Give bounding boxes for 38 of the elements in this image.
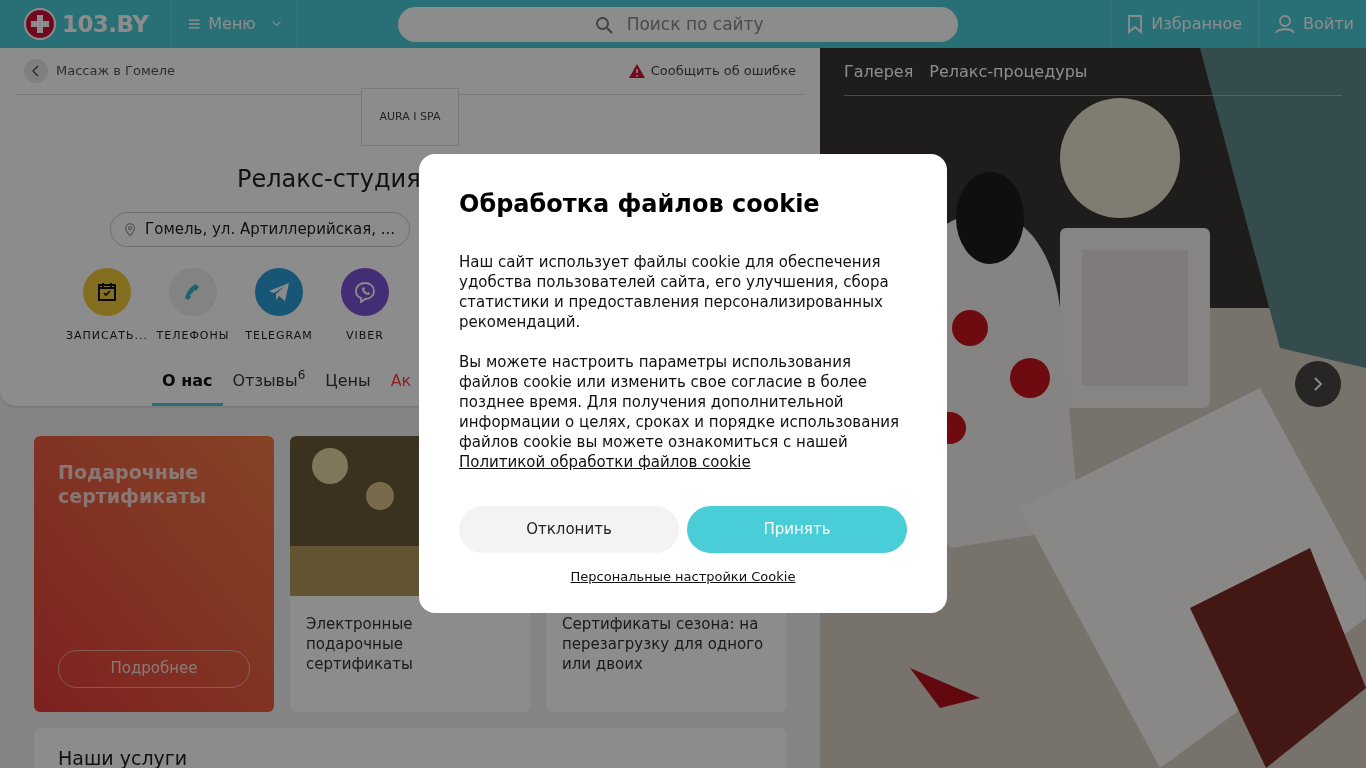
action-label: ЗАПИСАТЬ... <box>65 328 148 344</box>
action-label: TELEGRAM <box>245 328 313 344</box>
gallery-tab[interactable]: Галерея <box>844 59 914 84</box>
card-text: Сертификаты сезона: на перезагрузку для одного или двоих <box>561 613 765 674</box>
chevron-down-icon <box>271 20 281 28</box>
menu-icon <box>188 17 201 31</box>
tab[interactable]: Отзывы$^{6}$ <box>222 358 316 406</box>
cookie-settings-link[interactable]: Персональные настройки Cookie <box>570 567 796 587</box>
dialog-title: Обработка файлов cookie <box>459 189 821 220</box>
card-text: Электронные подарочные сертификаты <box>305 613 414 674</box>
report-error-link[interactable]: Сообщить об ошибке <box>628 61 796 81</box>
action-button[interactable] <box>83 268 131 316</box>
tab[interactable]: Цены <box>315 358 381 406</box>
user-icon <box>1275 14 1296 34</box>
tab[interactable]: О нас <box>152 358 223 406</box>
company-title: Релакс-студия <box>237 164 421 195</box>
bookmark-icon <box>1127 14 1144 34</box>
search-field[interactable]: Поиск по сайту <box>398 6 959 42</box>
action-label: ТЕЛЕФОНЫ <box>156 328 230 344</box>
back-link[interactable]: Массаж в Гомеле <box>24 59 176 83</box>
chevron-right-icon <box>1313 376 1323 392</box>
dialog-paragraph: Наш сайт использует файлы cookie для обеспечения удобства пользователей сайта, его улучшения, сбора статистики и предоставления персонализированных рекомендаций. <box>459 252 890 332</box>
promo-title: Подарочные сертификаты <box>58 459 208 508</box>
action-button[interactable] <box>341 268 389 316</box>
chevron-left-icon <box>32 65 40 77</box>
location-pin-icon <box>125 220 136 239</box>
tab[interactable]: Ак <box>380 358 422 406</box>
action-label: VIBER <box>346 328 384 344</box>
logo-icon <box>24 8 56 40</box>
search-icon <box>595 15 614 34</box>
warning-icon <box>628 64 645 78</box>
paper-plane-icon <box>268 282 290 302</box>
services-title: Наши услуги <box>58 746 188 768</box>
gallery-tab[interactable]: Релакс-процедуры <box>929 59 1088 84</box>
decline-button[interactable]: Отклонить <box>459 506 679 553</box>
chat-bubble-phone-icon <box>354 281 376 303</box>
calendar-icon <box>97 282 117 302</box>
company-logo: AURA I SPA <box>361 88 459 146</box>
